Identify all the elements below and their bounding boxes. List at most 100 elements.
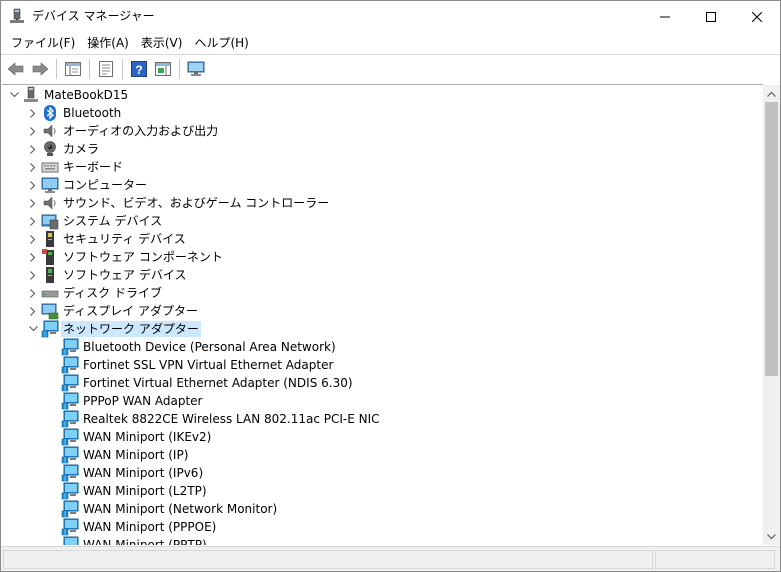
tree-category-node[interactable]: システム デバイス xyxy=(2,212,164,230)
device-tree[interactable]: MateBookD15 Bluetooth オーディオの入力および出力 カメラキーボー… xyxy=(2,84,763,545)
menu-view[interactable]: 表示(V) xyxy=(135,33,189,53)
tree-device-node[interactable]: Realtek 8822CE Wireless LAN 802.11ac PCI… xyxy=(2,410,382,428)
tree-device-node[interactable]: WAN Miniport (IP) xyxy=(2,446,190,464)
tree-category-node[interactable]: オーディオの入力および出力 xyxy=(2,122,220,140)
status-pane-secondary xyxy=(655,550,775,569)
forward-button[interactable] xyxy=(28,58,51,80)
tree-root-node[interactable]: MateBookD15 xyxy=(2,86,130,104)
tree-node-label: MateBookD15 xyxy=(44,88,129,102)
tree-node-label: Bluetooth xyxy=(63,106,122,120)
show-hide-console-tree-button[interactable] xyxy=(61,58,84,80)
console-tree-icon xyxy=(64,61,81,76)
tree-category-node[interactable]: キーボード xyxy=(2,158,125,176)
tree-node-label: WAN Miniport (IPv6) xyxy=(83,466,204,480)
menu-help[interactable]: ヘルプ(H) xyxy=(188,33,254,53)
tree-node-label: ネットワーク アダプター xyxy=(61,321,201,337)
toolbar-separator xyxy=(56,58,57,79)
svg-text:?: ? xyxy=(135,63,142,77)
back-button[interactable] xyxy=(4,58,27,80)
tree-node-label: Fortinet Virtual Ethernet Adapter (NDIS … xyxy=(83,376,353,390)
tree-expander-placeholder xyxy=(45,518,61,536)
chevron-right-icon[interactable] xyxy=(25,194,41,212)
tree-expander-placeholder xyxy=(45,500,61,518)
tree-device-node[interactable]: Bluetooth Device (Personal Area Network) xyxy=(2,338,338,356)
chevron-right-icon[interactable] xyxy=(25,122,41,140)
tree-category-node[interactable]: カメラ xyxy=(2,140,101,158)
menu-bar: ファイル(F) 操作(A) 表示(V) ヘルプ(H) xyxy=(1,32,780,54)
chevron-right-icon[interactable] xyxy=(25,212,41,230)
tree-category-node[interactable]: セキュリティ デバイス xyxy=(2,230,188,248)
tree-node-label: WAN Miniport (IP) xyxy=(83,448,189,462)
close-button[interactable] xyxy=(734,1,780,32)
tree-category-node[interactable]: ディスプレイ アダプター xyxy=(2,302,200,320)
tree-category-node[interactable]: ディスク ドライブ xyxy=(2,284,164,302)
tree-expander-placeholder xyxy=(45,374,61,392)
tree-category-node[interactable]: サウンド、ビデオ、およびゲーム コントローラー xyxy=(2,194,331,212)
tree-device-node[interactable]: WAN Miniport (IPv6) xyxy=(2,464,205,482)
network-adapter-icon xyxy=(61,410,79,428)
tree-device-node[interactable]: WAN Miniport (IKEv2) xyxy=(2,428,213,446)
tree-device-node[interactable]: WAN Miniport (Network Monitor) xyxy=(2,500,279,518)
maximize-icon xyxy=(706,11,716,22)
tree-device-node[interactable]: WAN Miniport (PPTP) xyxy=(2,536,209,545)
camera-icon xyxy=(41,140,59,158)
chevron-right-icon[interactable] xyxy=(25,104,41,122)
chevron-right-icon[interactable] xyxy=(25,140,41,158)
scroll-down-button[interactable] xyxy=(763,528,780,545)
tree-device-node[interactable]: PPPoP WAN Adapter xyxy=(2,392,205,410)
software-device-icon xyxy=(41,266,59,284)
tree-node-label: カメラ xyxy=(63,142,100,156)
tree-expander-placeholder xyxy=(45,392,61,410)
chevron-right-icon[interactable] xyxy=(25,230,41,248)
scroll-up-button[interactable] xyxy=(763,85,780,102)
tree-device-node[interactable]: WAN Miniport (L2TP) xyxy=(2,482,209,500)
tree-node-label: ディスク ドライブ xyxy=(63,286,162,300)
chevron-down-icon[interactable] xyxy=(25,320,41,338)
scan-hardware-button[interactable] xyxy=(184,58,207,80)
minimize-button[interactable] xyxy=(642,1,688,32)
tree-expander-placeholder xyxy=(45,338,61,356)
chevron-right-icon[interactable] xyxy=(25,176,41,194)
network-adapter-icon xyxy=(61,392,79,410)
network-adapter-icon xyxy=(61,446,79,464)
chevron-down-icon[interactable] xyxy=(6,86,22,104)
speaker-icon xyxy=(41,122,59,140)
minimize-icon xyxy=(660,16,670,17)
toolbar-separator xyxy=(122,58,123,79)
properties-button[interactable] xyxy=(94,58,117,80)
tree-device-node[interactable]: Fortinet SSL VPN Virtual Ethernet Adapte… xyxy=(2,356,335,374)
toolbar: ? xyxy=(1,54,780,82)
maximize-button[interactable] xyxy=(688,1,734,32)
tree-category-node[interactable]: コンピューター xyxy=(2,176,149,194)
display-adapter-icon xyxy=(41,302,59,320)
tree-category-node[interactable]: ソフトウェア コンポーネント xyxy=(2,248,225,266)
chevron-right-icon[interactable] xyxy=(25,248,41,266)
title-bar[interactable]: デバイス マネージャー xyxy=(1,1,780,32)
tree-node-label: Fortinet SSL VPN Virtual Ethernet Adapte… xyxy=(83,358,334,372)
vertical-scrollbar[interactable] xyxy=(763,85,780,545)
chevron-right-icon[interactable] xyxy=(25,158,41,176)
tree-node-label: オーディオの入力および出力 xyxy=(63,124,219,138)
chevron-right-icon[interactable] xyxy=(25,302,41,320)
tree-category-node[interactable]: Bluetooth xyxy=(2,104,123,122)
chevron-right-icon[interactable] xyxy=(25,284,41,302)
chevron-right-icon[interactable] xyxy=(25,266,41,284)
tree-node-label: ソフトウェア デバイス xyxy=(63,268,187,282)
device-manager-app-icon xyxy=(9,8,25,24)
tree-device-node[interactable]: WAN Miniport (PPPOE) xyxy=(2,518,218,536)
menu-action[interactable]: 操作(A) xyxy=(81,33,135,53)
tree-device-node[interactable]: Fortinet Virtual Ethernet Adapter (NDIS … xyxy=(2,374,355,392)
chevron-down-icon xyxy=(767,533,776,539)
tree-node-label: ソフトウェア コンポーネント xyxy=(63,250,223,264)
monitor-icon xyxy=(187,61,204,76)
scroll-thumb[interactable] xyxy=(765,102,778,376)
bluetooth-icon xyxy=(41,104,59,122)
action-pane-button[interactable] xyxy=(151,58,174,80)
tree-node-label: ディスプレイ アダプター xyxy=(63,304,198,318)
tree-category-node[interactable]: ネットワーク アダプター xyxy=(2,320,201,338)
software-component-icon xyxy=(41,248,59,266)
tree-category-node[interactable]: ソフトウェア デバイス xyxy=(2,266,188,284)
menu-file[interactable]: ファイル(F) xyxy=(5,33,81,53)
help-button[interactable]: ? xyxy=(127,58,150,80)
network-adapter-icon xyxy=(61,374,79,392)
